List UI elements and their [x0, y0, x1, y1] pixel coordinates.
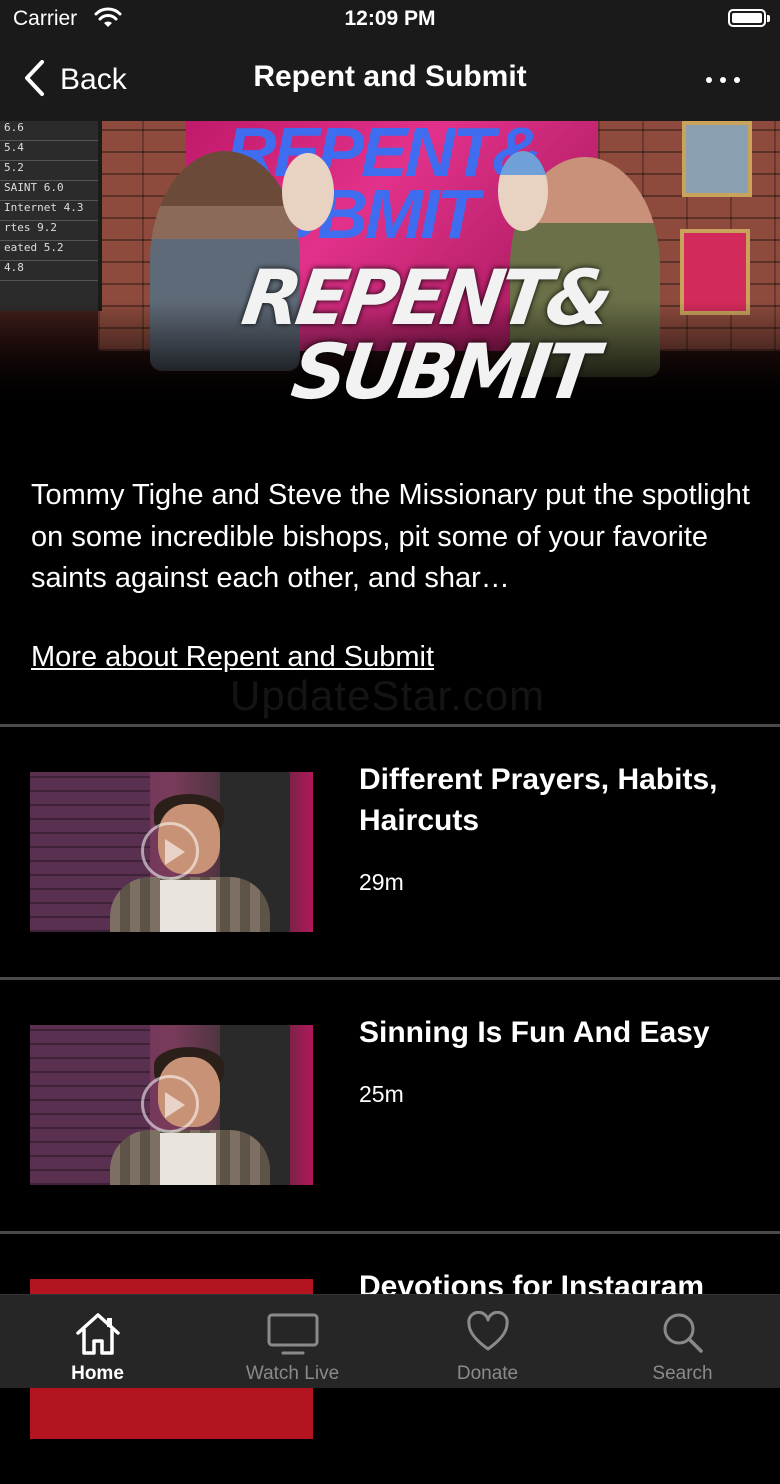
tab-watch-live[interactable]: Watch Live: [195, 1295, 390, 1388]
watermark: UpdateStar.com: [230, 672, 546, 719]
show-logo: REPENT& SUBMIT: [237, 253, 615, 416]
chalkboard: 6.6 5.4 5.2 SAINT 6.0 Internet 4.3 rtes …: [0, 121, 102, 311]
tv-icon: [267, 1311, 319, 1362]
mask-left: [282, 153, 334, 231]
episode-title: Different Prayers, Habits, Haircuts: [359, 763, 718, 837]
play-icon: [141, 822, 199, 880]
back-label: Back: [60, 63, 127, 96]
episode-row[interactable]: Sinning Is Fun And Easy 25m: [0, 980, 780, 1230]
more-about-link[interactable]: More about Repent and Submit: [31, 641, 434, 674]
tab-label: Search: [652, 1363, 713, 1384]
show-hero-image: 6.6 5.4 5.2 SAINT 6.0 Internet 4.3 rtes …: [0, 121, 780, 451]
tab-label: Home: [71, 1363, 124, 1384]
battery-icon: [728, 9, 770, 27]
play-icon: [141, 1075, 199, 1133]
search-icon: [661, 1311, 705, 1360]
show-description: Tommy Tighe and Steve the Missionary put…: [31, 479, 750, 594]
tab-bar: Home Watch Live Donate Search: [0, 1294, 780, 1388]
episode-thumbnail: [30, 1025, 313, 1185]
heart-icon: [466, 1310, 510, 1358]
tab-label: Watch Live: [245, 1363, 340, 1384]
tab-donate[interactable]: Donate: [390, 1295, 585, 1388]
episode-duration: 29m: [359, 869, 404, 895]
tab-search[interactable]: Search: [585, 1295, 780, 1388]
chevron-left-icon: [22, 59, 46, 102]
more-options-icon[interactable]: [706, 70, 740, 90]
status-bar: Carrier 12:09 PM: [0, 0, 780, 40]
episode-duration: 25m: [359, 1081, 404, 1107]
tab-home[interactable]: Home: [0, 1295, 195, 1388]
back-button[interactable]: Back: [22, 58, 127, 102]
tab-label: Donate: [456, 1363, 519, 1384]
episode-row[interactable]: Different Prayers, Habits, Haircuts 29m: [0, 727, 780, 977]
episode-title: Sinning Is Fun And Easy: [359, 1016, 710, 1049]
home-icon: [74, 1311, 122, 1362]
status-time: 12:09 PM: [344, 7, 436, 30]
episode-thumbnail: [30, 772, 313, 932]
navigation-bar: Back Repent and Submit: [0, 40, 780, 121]
mask-right: [498, 151, 548, 231]
